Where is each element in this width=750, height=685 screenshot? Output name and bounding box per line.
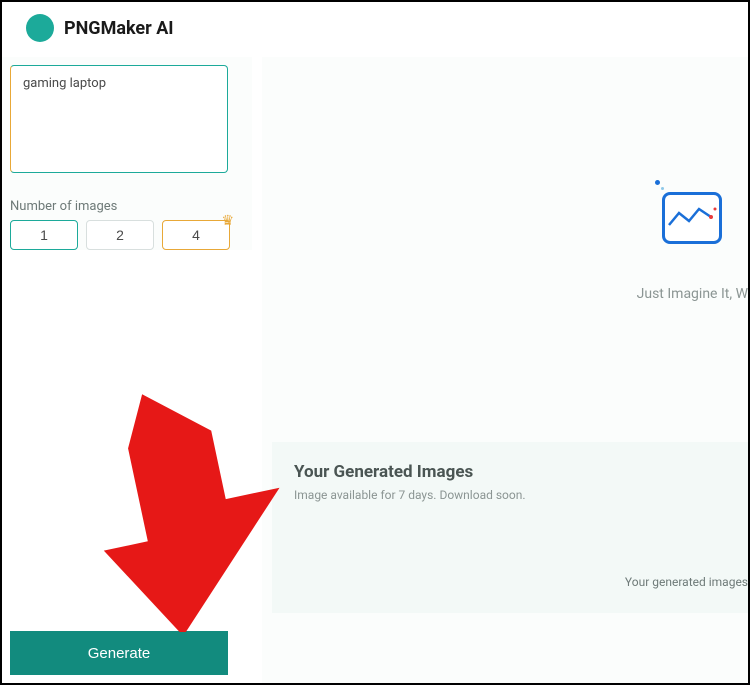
app-logo-icon xyxy=(26,14,54,42)
crown-icon: ♛ xyxy=(221,212,234,229)
generated-subtitle: Image available for 7 days. Download soo… xyxy=(294,488,726,502)
preview-hero: Just Imagine It, W xyxy=(637,192,748,302)
sidebar: Number of images 1 2 4 ♛ xyxy=(2,57,252,250)
main-area: Just Imagine It, W Your Generated Images… xyxy=(262,57,748,683)
generate-button[interactable]: Generate xyxy=(10,631,228,675)
option-4-label: 4 xyxy=(192,227,200,243)
chart-icon xyxy=(662,192,722,244)
prompt-input[interactable] xyxy=(10,65,228,173)
tagline: Just Imagine It, W xyxy=(637,286,748,302)
generated-title: Your Generated Images xyxy=(294,462,726,482)
num-images-options: 1 2 4 ♛ xyxy=(10,220,244,250)
generated-note: Your generated images xyxy=(625,575,748,589)
generated-images-section: Your Generated Images Image available fo… xyxy=(272,442,748,613)
option-4[interactable]: 4 ♛ xyxy=(162,220,230,250)
option-2[interactable]: 2 xyxy=(86,220,154,250)
app-title: PNGMaker AI xyxy=(64,18,174,39)
num-images-label: Number of images xyxy=(10,199,244,214)
annotation-arrow-icon xyxy=(97,387,282,632)
header: PNGMaker AI xyxy=(2,2,748,54)
option-1[interactable]: 1 xyxy=(10,220,78,250)
